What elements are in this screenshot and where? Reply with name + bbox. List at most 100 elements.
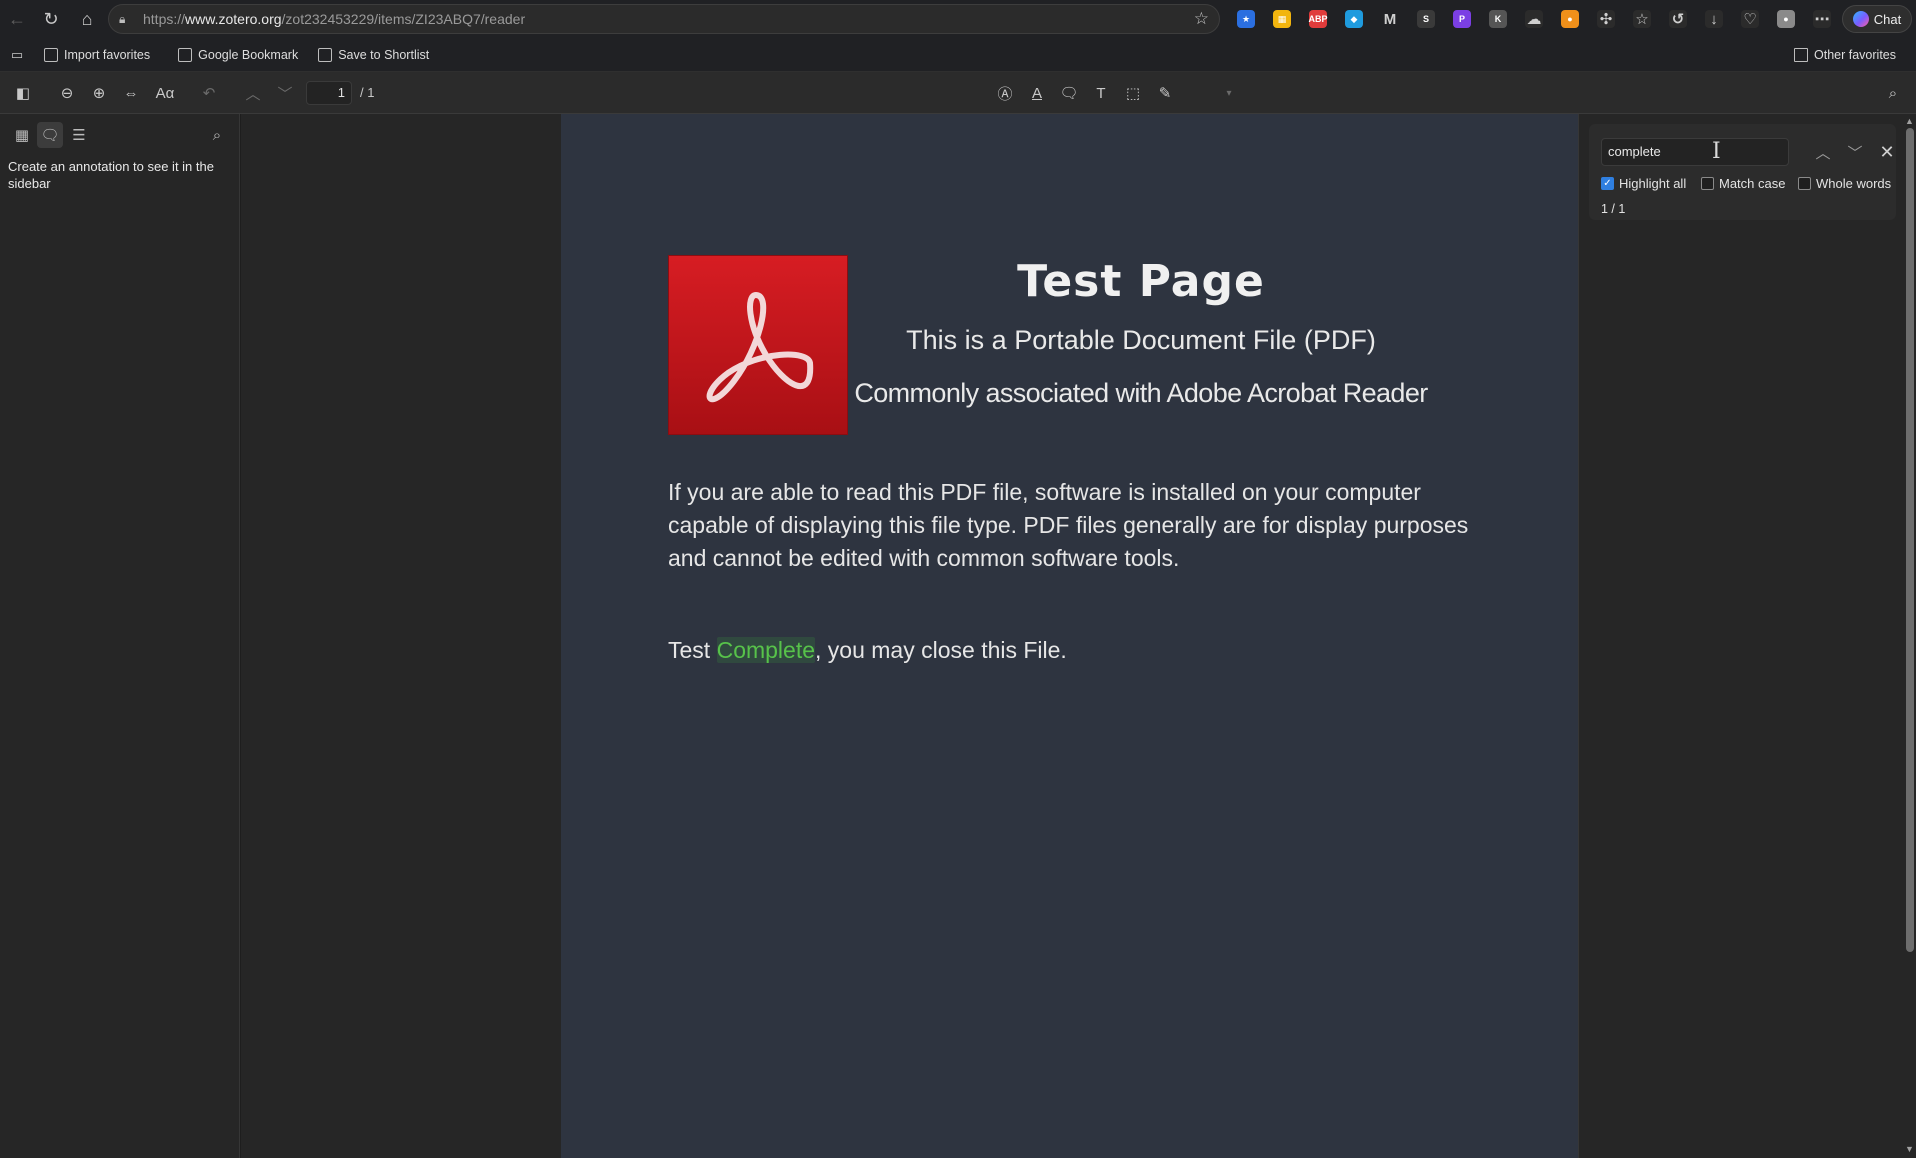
puzzle-ext-icon: ✣: [1597, 10, 1615, 28]
option-label: Match case: [1719, 176, 1786, 191]
home-icon: ⌂: [81, 8, 93, 29]
adblock-ext-button[interactable]: ABP: [1300, 4, 1336, 34]
favorite-import-favorites[interactable]: Import favorites: [34, 41, 160, 69]
s-ext-icon: S: [1417, 10, 1435, 28]
zoom-in-button[interactable]: ⊕: [86, 80, 112, 106]
add-text-tool[interactable]: T: [1088, 80, 1114, 106]
folder-ext-button[interactable]: ▦: [1264, 4, 1300, 34]
add-note-tool[interactable]: 🗨︎: [1056, 80, 1082, 106]
underline-icon: A: [1031, 84, 1042, 102]
favorites-bar: ▭ Import favorites Google Bookmark Save …: [0, 38, 1916, 72]
home-button[interactable]: ⌂: [70, 2, 104, 36]
sidebar-search-button[interactable]: ⌕: [204, 122, 230, 148]
search-icon: ⌕: [1888, 84, 1898, 102]
highlight-all-option[interactable]: ✓ Highlight all: [1601, 176, 1686, 191]
find-input[interactable]: complete: [1601, 138, 1789, 166]
match-case-option[interactable]: Match case: [1701, 176, 1785, 191]
download-button[interactable]: ↓: [1696, 4, 1732, 34]
highlight-text-tool[interactable]: Ⓐ: [992, 80, 1018, 106]
add-favorite-star-icon[interactable]: ☆: [1194, 9, 1209, 29]
favorite-google-bookmark[interactable]: Google Bookmark: [168, 41, 308, 69]
previous-page-button[interactable]: ︿: [240, 80, 266, 106]
color-dropdown[interactable]: ▾: [1216, 80, 1242, 106]
refresh-button[interactable]: ↻: [34, 2, 68, 36]
toggle-sidebar-button[interactable]: ◧: [10, 80, 36, 106]
chevron-down-icon: ﹀: [1847, 144, 1863, 162]
url-path: /zot232453229/items/ZI23ABQ7/reader: [281, 11, 526, 27]
k-ext-button[interactable]: K: [1480, 4, 1516, 34]
document-body: If you are able to read this PDF file, s…: [668, 479, 1469, 571]
search-icon: ⌕: [212, 126, 222, 144]
scroll-up-icon[interactable]: ▲: [1905, 116, 1914, 126]
acrobat-logo: [668, 255, 848, 435]
p-ext-button[interactable]: P: [1444, 4, 1480, 34]
back-arrow-icon: ←: [8, 8, 26, 29]
page-number-input[interactable]: 1: [306, 81, 352, 105]
cloud-ext-button[interactable]: ☁: [1516, 4, 1552, 34]
address-bar[interactable]: 🔒︎ https://www.zotero.org/zot232453229/i…: [108, 4, 1220, 34]
underline-text-tool[interactable]: A: [1024, 80, 1050, 106]
s-ext-button[interactable]: S: [1408, 4, 1444, 34]
back-button[interactable]: ←: [0, 2, 34, 36]
fit-width-button[interactable]: ⇔: [118, 80, 144, 106]
gem-ext-button[interactable]: ◆: [1336, 4, 1372, 34]
chevron-up-icon: ︿: [1815, 144, 1831, 162]
profile-button[interactable]: ●: [1768, 4, 1804, 34]
history-button[interactable]: ↺: [1660, 4, 1696, 34]
collections-icon[interactable]: ▭: [0, 47, 34, 63]
health-button[interactable]: ♡: [1732, 4, 1768, 34]
find-button[interactable]: ⌕: [1880, 80, 1906, 106]
chat-label: Chat: [1873, 11, 1902, 27]
undo-button[interactable]: ↶: [196, 80, 222, 106]
adblock-ext-icon: ABP: [1309, 10, 1328, 28]
document-final-line: Test Complete, you may close this File.: [668, 637, 1067, 664]
other-favorites-folder[interactable]: Other favorites: [1784, 41, 1906, 69]
close-icon: ✕: [1879, 141, 1895, 162]
zoom-in-icon: ⊕: [92, 85, 106, 102]
font-icon: Aα: [155, 84, 175, 102]
copilot-chat-button[interactable]: Chat: [1842, 5, 1912, 33]
appearance-button[interactable]: Aα: [152, 80, 178, 106]
browser-toolbar: ← ↻ ⌂ 🔒︎ https://www.zotero.org/zot23245…: [0, 0, 1916, 38]
highlight-all-checkbox[interactable]: ✓: [1601, 177, 1614, 190]
more-button[interactable]: ⋯: [1804, 4, 1840, 34]
health-icon: ♡: [1741, 10, 1759, 28]
text-cursor-icon: I: [1712, 139, 1721, 164]
scrollbar-thumb[interactable]: [1906, 128, 1914, 952]
text-icon: T: [1096, 84, 1106, 102]
annotation-icon: 🗨︎: [40, 127, 60, 144]
find-close-button[interactable]: ✕: [1875, 140, 1899, 164]
whole-words-option[interactable]: Whole words: [1798, 176, 1891, 191]
next-page-button[interactable]: ﹀: [272, 80, 298, 106]
zoom-out-button[interactable]: ⊖: [54, 80, 80, 106]
puzzle-ext-button[interactable]: ✣: [1588, 4, 1624, 34]
find-next-button[interactable]: ﹀: [1843, 140, 1867, 164]
select-area-tool[interactable]: ⬚: [1120, 80, 1146, 106]
pen-icon: ✎: [1158, 85, 1172, 102]
page-icon: [318, 47, 333, 62]
scroll-down-icon[interactable]: ▼: [1905, 1144, 1914, 1154]
orange-ext-button[interactable]: ●: [1552, 4, 1588, 34]
annotations-tab[interactable]: 🗨︎: [37, 122, 63, 148]
draw-tool[interactable]: ✎: [1152, 80, 1178, 106]
find-previous-button[interactable]: ︿: [1811, 140, 1835, 164]
malwarebytes-ext-button[interactable]: M: [1372, 4, 1408, 34]
chevron-down-icon: ▾: [1226, 87, 1232, 99]
bookmark-ext-button[interactable]: ★: [1228, 4, 1264, 34]
match-case-checkbox[interactable]: [1701, 177, 1714, 190]
document-viewer[interactable]: Test Page This is a Portable Document Fi…: [241, 114, 1578, 1158]
document-scrollbar[interactable]: ▲ ▼: [1904, 114, 1916, 1158]
left-sidebar: ▦ 🗨︎ ☰ ⌕ Create an annotation to see it …: [0, 114, 240, 1158]
pdf-page[interactable]: Test Page This is a Portable Document Fi…: [561, 114, 1578, 1158]
favorite-save-to-shortlist[interactable]: Save to Shortlist: [308, 41, 439, 69]
whole-words-checkbox[interactable]: [1798, 177, 1811, 190]
k-ext-icon: K: [1489, 10, 1507, 28]
extensions-bar: ★ ▦ ABP ◆ M S P K ☁ ● ✣ ☆ ↺ ↓ ♡ ● ⋯: [1228, 4, 1840, 34]
outline-tab[interactable]: ☰: [66, 122, 92, 148]
acrobat-swirl-icon: [706, 292, 814, 403]
favorites-button[interactable]: ☆: [1624, 4, 1660, 34]
thumbnails-tab[interactable]: ▦: [9, 122, 35, 148]
orange-ext-icon: ●: [1561, 10, 1579, 28]
note-icon: 🗨︎: [1059, 85, 1079, 102]
option-label: Highlight all: [1619, 176, 1687, 191]
